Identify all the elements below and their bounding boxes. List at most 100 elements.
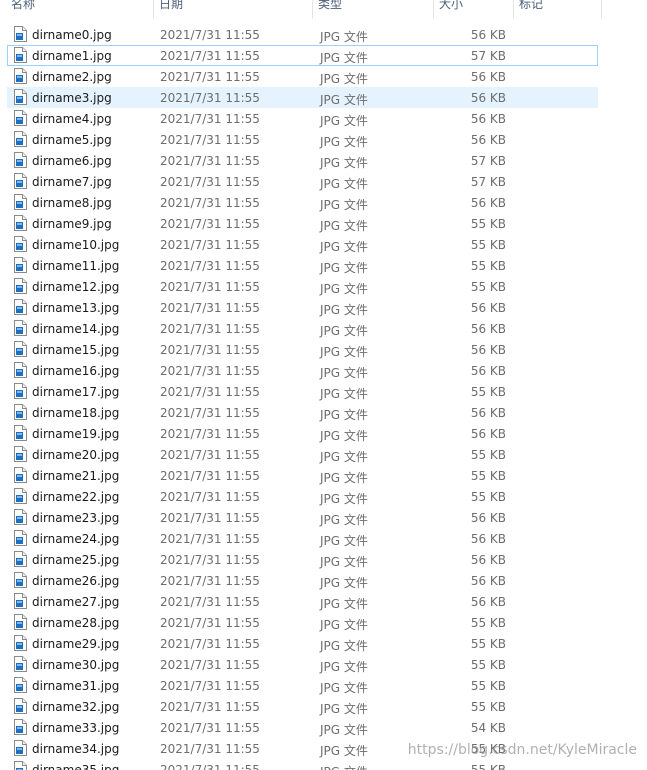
file-row[interactable]: dirname1.jpg 2021/7/31 11:55 JPG 文件 57 KB [7, 45, 598, 66]
file-row[interactable]: dirname4.jpg 2021/7/31 11:55 JPG 文件 56 KB [7, 108, 598, 129]
file-row[interactable]: dirname18.jpg 2021/7/31 11:55 JPG 文件 56 KB [7, 402, 598, 423]
file-name: dirname24.jpg [32, 532, 120, 546]
jpg-file-icon [14, 698, 27, 714]
file-row[interactable]: dirname23.jpg 2021/7/31 11:55 JPG 文件 56 KB [7, 507, 598, 528]
jpg-file-icon [14, 320, 27, 336]
file-type: JPG 文件 [320, 534, 368, 548]
file-date: 2021/7/31 11:55 [160, 658, 260, 672]
file-row[interactable]: dirname10.jpg 2021/7/31 11:55 JPG 文件 55 KB [7, 234, 598, 255]
file-date: 2021/7/31 11:55 [160, 637, 260, 651]
jpg-file-icon [14, 278, 27, 294]
file-row[interactable]: dirname17.jpg 2021/7/31 11:55 JPG 文件 55 KB [7, 381, 598, 402]
file-row[interactable]: dirname24.jpg 2021/7/31 11:55 JPG 文件 56 KB [7, 528, 598, 549]
file-row[interactable]: dirname11.jpg 2021/7/31 11:55 JPG 文件 55 KB [7, 255, 598, 276]
file-type: JPG 文件 [320, 513, 368, 527]
file-row[interactable]: dirname7.jpg 2021/7/31 11:55 JPG 文件 57 KB [7, 171, 598, 192]
jpg-file-icon [14, 152, 27, 168]
file-size: 56 KB [470, 28, 506, 42]
file-row[interactable]: dirname20.jpg 2021/7/31 11:55 JPG 文件 55 KB [7, 444, 598, 465]
file-row[interactable]: dirname14.jpg 2021/7/31 11:55 JPG 文件 56 KB [7, 318, 598, 339]
file-date: 2021/7/31 11:55 [160, 595, 260, 609]
file-name: dirname31.jpg [32, 679, 120, 693]
file-type: JPG 文件 [320, 114, 368, 128]
file-date: 2021/7/31 11:55 [160, 175, 260, 189]
file-date: 2021/7/31 11:55 [160, 259, 260, 273]
file-row[interactable]: dirname33.jpg 2021/7/31 11:55 JPG 文件 54 KB [7, 717, 598, 738]
file-name: dirname35.jpg [32, 763, 120, 770]
file-row[interactable]: dirname35.jpg 2021/7/31 11:55 JPG 文件 55 KB [7, 759, 598, 770]
column-header-name[interactable]: 名称 [6, 0, 153, 19]
file-row[interactable]: dirname25.jpg 2021/7/31 11:55 JPG 文件 56 KB [7, 549, 598, 570]
file-row[interactable]: dirname29.jpg 2021/7/31 11:55 JPG 文件 55 KB [7, 633, 598, 654]
jpg-file-icon [14, 614, 27, 630]
jpg-file-icon [14, 131, 27, 147]
file-name: dirname12.jpg [32, 280, 120, 294]
column-header-size[interactable]: 大小 [434, 0, 513, 19]
column-header-type[interactable]: 类型 [313, 0, 433, 19]
file-size: 56 KB [470, 427, 506, 441]
jpg-file-icon [14, 173, 27, 189]
file-size: 55 KB [470, 469, 506, 483]
file-row[interactable]: dirname32.jpg 2021/7/31 11:55 JPG 文件 55 KB [7, 696, 598, 717]
file-row[interactable]: dirname31.jpg 2021/7/31 11:55 JPG 文件 55 KB [7, 675, 598, 696]
file-row[interactable]: dirname13.jpg 2021/7/31 11:55 JPG 文件 56 KB [7, 297, 598, 318]
file-type: JPG 文件 [320, 156, 368, 170]
file-type: JPG 文件 [320, 471, 368, 485]
jpg-file-icon [14, 47, 27, 63]
file-row[interactable]: dirname27.jpg 2021/7/31 11:55 JPG 文件 56 KB [7, 591, 598, 612]
file-date: 2021/7/31 11:55 [160, 532, 260, 546]
file-size: 56 KB [470, 196, 506, 210]
file-type: JPG 文件 [320, 198, 368, 212]
file-row[interactable]: dirname3.jpg 2021/7/31 11:55 JPG 文件 56 KB [7, 87, 598, 108]
file-type: JPG 文件 [320, 408, 368, 422]
file-type: JPG 文件 [320, 30, 368, 44]
file-row[interactable]: dirname22.jpg 2021/7/31 11:55 JPG 文件 55 KB [7, 486, 598, 507]
watermark: https://blog.csdn.net/KyleMiracle [407, 742, 637, 758]
file-size: 56 KB [470, 343, 506, 357]
column-header-tags[interactable]: 标记 [514, 0, 601, 19]
file-name: dirname2.jpg [32, 70, 112, 84]
file-row[interactable]: dirname19.jpg 2021/7/31 11:55 JPG 文件 56 KB [7, 423, 598, 444]
column-header: 名称 日期 类型 大小 标记 [0, 0, 647, 19]
file-row[interactable]: dirname0.jpg 2021/7/31 11:55 JPG 文件 56 KB [7, 24, 598, 45]
file-date: 2021/7/31 11:55 [160, 49, 260, 63]
file-size: 56 KB [470, 511, 506, 525]
file-type: JPG 文件 [320, 387, 368, 401]
file-date: 2021/7/31 11:55 [160, 385, 260, 399]
jpg-file-icon [14, 551, 27, 567]
column-header-tags-label: 标记 [519, 0, 544, 11]
column-divider[interactable] [601, 0, 602, 19]
file-row[interactable]: dirname28.jpg 2021/7/31 11:55 JPG 文件 55 KB [7, 612, 598, 633]
file-size: 55 KB [470, 238, 506, 252]
file-row[interactable]: dirname8.jpg 2021/7/31 11:55 JPG 文件 56 KB [7, 192, 598, 213]
file-row[interactable]: dirname6.jpg 2021/7/31 11:55 JPG 文件 57 KB [7, 150, 598, 171]
file-name: dirname8.jpg [32, 196, 112, 210]
column-header-date[interactable]: 日期 [154, 0, 312, 19]
file-name: dirname32.jpg [32, 700, 120, 714]
file-date: 2021/7/31 11:55 [160, 469, 260, 483]
file-type: JPG 文件 [320, 702, 368, 716]
file-size: 57 KB [470, 175, 506, 189]
file-row[interactable]: dirname30.jpg 2021/7/31 11:55 JPG 文件 55 KB [7, 654, 598, 675]
file-name: dirname0.jpg [32, 28, 112, 42]
file-row[interactable]: dirname12.jpg 2021/7/31 11:55 JPG 文件 55 KB [7, 276, 598, 297]
file-name: dirname20.jpg [32, 448, 120, 462]
file-row[interactable]: dirname21.jpg 2021/7/31 11:55 JPG 文件 55 KB [7, 465, 598, 486]
file-size: 55 KB [470, 259, 506, 273]
file-row[interactable]: dirname15.jpg 2021/7/31 11:55 JPG 文件 56 KB [7, 339, 598, 360]
file-row[interactable]: dirname16.jpg 2021/7/31 11:55 JPG 文件 56 KB [7, 360, 598, 381]
file-row[interactable]: dirname2.jpg 2021/7/31 11:55 JPG 文件 56 KB [7, 66, 598, 87]
file-name: dirname14.jpg [32, 322, 120, 336]
jpg-file-icon [14, 236, 27, 252]
file-type: JPG 文件 [320, 429, 368, 443]
file-date: 2021/7/31 11:55 [160, 700, 260, 714]
file-row[interactable]: dirname9.jpg 2021/7/31 11:55 JPG 文件 55 KB [7, 213, 598, 234]
file-type: JPG 文件 [320, 660, 368, 674]
file-row[interactable]: dirname26.jpg 2021/7/31 11:55 JPG 文件 56 KB [7, 570, 598, 591]
jpg-file-icon [14, 68, 27, 84]
jpg-file-icon [14, 677, 27, 693]
file-date: 2021/7/31 11:55 [160, 616, 260, 630]
file-date: 2021/7/31 11:55 [160, 322, 260, 336]
column-header-name-label: 名称 [11, 0, 36, 11]
file-row[interactable]: dirname5.jpg 2021/7/31 11:55 JPG 文件 56 KB [7, 129, 598, 150]
